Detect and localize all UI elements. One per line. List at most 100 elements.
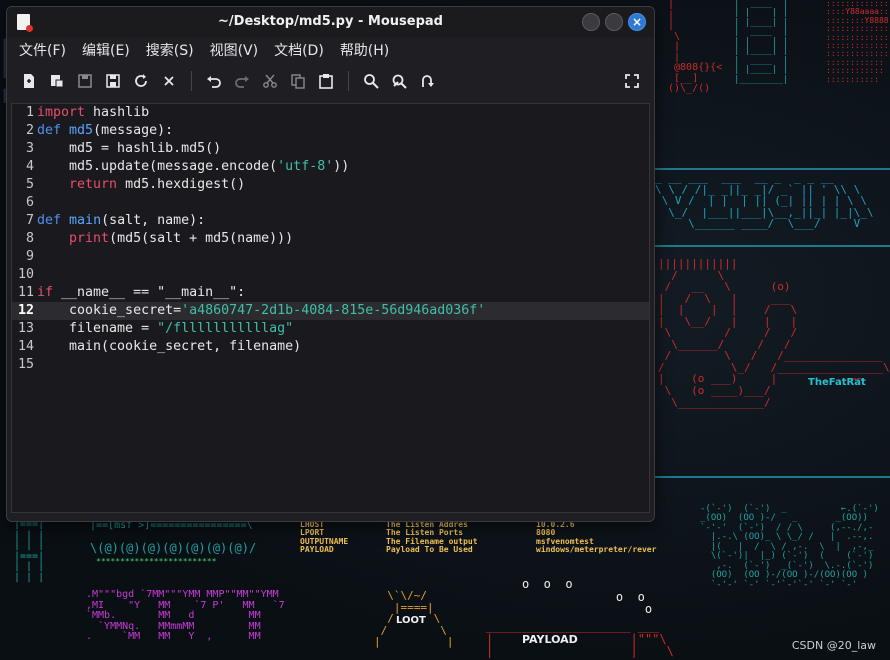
code-line[interactable]: 10 <box>12 266 649 284</box>
wallpaper-options-keys: LHOST LPORT OUTPUTNAME PAYLOAD <box>300 520 349 555</box>
menu-view[interactable]: 视图(V) <box>202 40 267 60</box>
line-number: 6 <box>25 195 34 210</box>
save-icon <box>78 74 92 88</box>
menu-search[interactable]: 搜索(S) <box>138 40 202 60</box>
save-as-button[interactable] <box>99 67 127 95</box>
line-number: 7 <box>25 213 34 228</box>
code-line[interactable]: 5 return md5.hexdigest() <box>12 176 649 194</box>
code-token: print <box>69 231 110 246</box>
watermark: CSDN @20_law <box>791 639 876 652</box>
cut-button[interactable] <box>256 67 284 95</box>
close-document-icon <box>164 76 174 86</box>
code-token: 'utf-8' <box>277 159 334 174</box>
code-token: (md5(salt + md5(name))) <box>109 231 294 246</box>
code-editor[interactable]: 1 import hashlib 2 def md5(message): 3 md5 =… <box>11 103 650 513</box>
wallpaper-dots: o o o o o o <box>522 577 653 617</box>
menu-document[interactable]: 文档(D) <box>266 40 332 60</box>
menu-edit[interactable]: 编辑(E) <box>74 40 138 60</box>
reload-button[interactable] <box>127 67 155 95</box>
fullscreen-button[interactable] <box>618 67 646 95</box>
code-line[interactable]: 6 <box>12 194 649 212</box>
new-document-button[interactable] <box>15 67 43 95</box>
line-number: 12 <box>17 303 34 318</box>
code-token: def <box>37 213 62 228</box>
title-bar[interactable]: ~/Desktop/md5.py - Mousepad × <box>7 7 654 37</box>
code-line[interactable]: 12 cookie_secret='a4860747-2d1b-4084-815… <box>12 302 649 320</box>
code-line[interactable]: 9 <box>12 248 649 266</box>
code-token: md5 = hashlib.md5() <box>37 141 222 156</box>
paste-button[interactable] <box>312 67 340 95</box>
wallpaper-divider-3 <box>655 476 890 478</box>
code-token: md5 <box>69 123 94 138</box>
line-number: 2 <box>25 123 34 138</box>
code-token: def <box>37 123 62 138</box>
goto-line-button[interactable] <box>413 67 441 95</box>
toolbar-separator <box>191 71 192 91</box>
wallpaper-payload-label: PAYLOAD <box>522 633 578 646</box>
toolbar-separator <box>348 71 349 91</box>
code-token: main(cookie_secret, filename) <box>37 339 302 354</box>
code-line[interactable]: 4 md5.update(message.encode('utf-8')) <box>12 158 649 176</box>
wallpaper-msf-prompt: |==[msf >]================\ <box>90 520 253 531</box>
find-replace-button[interactable] <box>385 67 413 95</box>
wallpaper-divider-2 <box>655 245 890 247</box>
line-number: 11 <box>17 285 34 300</box>
line-number: 1 <box>25 105 34 120</box>
wallpaper-thefatrat-label: TheFatRat <box>808 377 866 388</box>
undo-button[interactable] <box>200 67 228 95</box>
code-line[interactable]: 3 md5 = hashlib.md5() <box>12 140 649 158</box>
code-token: if <box>37 285 54 300</box>
line-number: 14 <box>17 339 34 354</box>
code-token: import <box>37 105 86 120</box>
new-document-icon <box>24 74 34 88</box>
wallpaper-teal-banner: _ __ ___ ___ __ _ _ _ __ \ \ / /|_ _||_ … <box>655 171 874 231</box>
minimize-button[interactable] <box>582 13 600 31</box>
code-token: hashlib <box>85 105 150 120</box>
line-number: 15 <box>17 357 34 372</box>
fullscreen-icon <box>625 74 639 88</box>
copy-button[interactable] <box>284 67 312 95</box>
mousepad-window: ~/Desktop/md5.py - Mousepad × 文件(F) 编辑(E… <box>6 6 655 522</box>
code-line[interactable]: 11 if __name__ == "__main__": <box>12 284 649 302</box>
menu-file[interactable]: 文件(F) <box>11 40 74 60</box>
maximize-button[interactable] <box>605 13 623 31</box>
code-token: md5.update(message.encode( <box>37 159 278 174</box>
toolbar <box>7 63 654 99</box>
goto-icon <box>422 75 434 87</box>
code-token: main <box>69 213 102 228</box>
wallpaper-divider-1 <box>655 168 890 170</box>
redo-button[interactable] <box>228 67 256 95</box>
find-replace-icon <box>392 74 407 89</box>
find-button[interactable] <box>357 67 385 95</box>
copy-icon <box>291 74 305 89</box>
code-line[interactable]: 1 import hashlib <box>12 104 649 122</box>
close-document-button[interactable] <box>155 67 183 95</box>
code-line[interactable]: 14 main(cookie_secret, filename) <box>12 338 649 356</box>
wallpaper-options-values: 10.0.2.6 8080 msfvenomtest windows/meter… <box>536 520 657 555</box>
code-line[interactable]: 2 def md5(message): <box>12 122 649 140</box>
code-token: md5.hexdigest() <box>117 177 246 192</box>
line-number: 4 <box>25 159 34 174</box>
save-button[interactable] <box>71 67 99 95</box>
menu-help[interactable]: 帮助(H) <box>332 40 397 60</box>
code-line[interactable]: 15 <box>12 356 649 374</box>
code-token: "/flllllllllllag" <box>157 321 294 336</box>
menu-bar: 文件(F) 编辑(E) 搜索(S) 视图(V) 文档(D) 帮助(H) <box>7 37 654 63</box>
save-as-icon <box>106 74 120 88</box>
code-token: filename = <box>37 321 158 336</box>
wallpaper-payload-truck: ____________________ ___ | |"""\ | | \ <box>486 619 674 659</box>
new-window-button[interactable] <box>43 67 71 95</box>
close-window-button[interactable]: × <box>628 13 646 31</box>
code-line[interactable]: 13 filename = "/flllllllllllag" <box>12 320 649 338</box>
find-icon <box>364 74 379 89</box>
code-token: cookie_secret= <box>37 303 182 318</box>
undo-icon <box>207 76 221 88</box>
code-line[interactable]: 7 def main(salt, name): <box>12 212 649 230</box>
code-token: __name__ == "__main__": <box>53 285 246 300</box>
wallpaper-set-logo: .M"""bgd `7MM"""YMM MMP""MM""YMM ,MI "Y … <box>86 589 285 642</box>
code-line[interactable]: 8 print(md5(salt + md5(name))) <box>12 230 649 248</box>
redo-icon <box>235 76 249 88</box>
